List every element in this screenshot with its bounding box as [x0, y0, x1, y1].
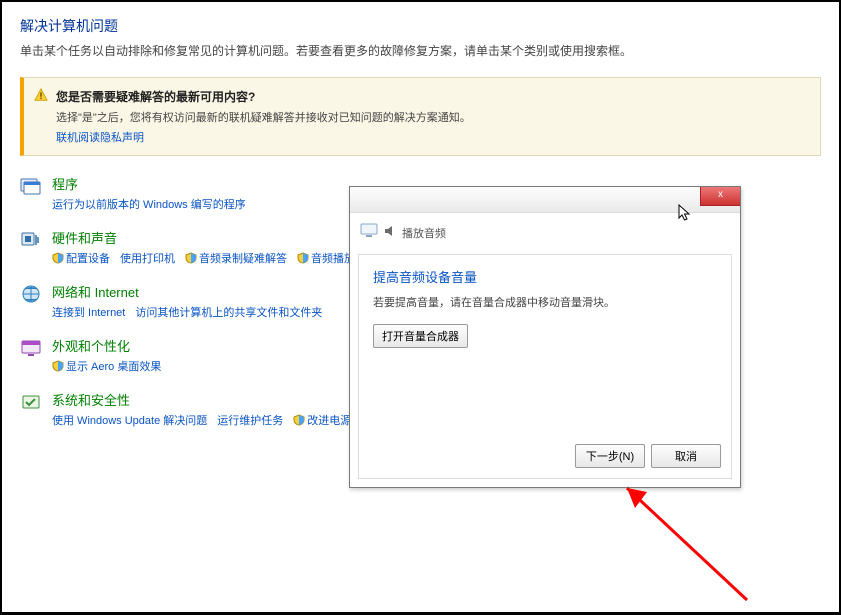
- dialog-heading: 提高音频设备音量: [373, 267, 717, 286]
- hardware-icon: [20, 230, 42, 250]
- category-title: 硬件和声音: [52, 228, 399, 247]
- dialog-titlebar[interactable]: x: [350, 187, 740, 213]
- dialog-body: 提高音频设备音量 若要提高音量，请在音量合成器中移动音量滑块。 打开音量合成器 …: [358, 254, 732, 479]
- open-mixer-button[interactable]: 打开音量合成器: [373, 324, 468, 348]
- security-icon: [20, 392, 42, 412]
- shield-icon: [185, 252, 197, 264]
- link-windows-update[interactable]: 使用 Windows Update 解决问题: [52, 412, 207, 428]
- link-use-printer[interactable]: 使用打印机: [120, 250, 175, 266]
- link-audio-record-troubleshoot[interactable]: 音频录制疑难解答: [185, 250, 287, 266]
- network-icon: [20, 284, 42, 304]
- page-title: 解决计算机问题: [20, 16, 821, 36]
- category-title: 外观和个性化: [52, 336, 161, 355]
- close-button[interactable]: x: [700, 187, 740, 206]
- link-run-legacy-program[interactable]: 运行为以前版本的 Windows 编写的程序: [52, 196, 246, 212]
- dialog-text: 若要提高音量，请在音量合成器中移动音量滑块。: [373, 294, 717, 310]
- speaker-icon: [384, 225, 396, 240]
- dialog-breadcrumb: 播放音频: [360, 223, 732, 242]
- page-description: 单击某个任务以自动排除和修复常见的计算机问题。若要查看更多的故障修复方案，请单击…: [20, 42, 821, 59]
- programs-icon: [20, 176, 42, 196]
- shield-icon: [52, 252, 64, 264]
- cancel-button[interactable]: 取消: [651, 444, 721, 468]
- shield-icon: [52, 360, 64, 372]
- link-shared-files[interactable]: 访问其他计算机上的共享文件和文件夹: [135, 304, 322, 320]
- banner-description: 选择"是"之后，您将有权访问最新的联机疑难解答并接收对已知问题的解决方案通知。: [56, 109, 810, 125]
- warning-icon: [34, 88, 48, 105]
- monitor-icon: [360, 223, 378, 242]
- link-connect-internet[interactable]: 连接到 Internet: [52, 304, 125, 320]
- shield-icon: [293, 414, 305, 426]
- category-title: 网络和 Internet: [52, 282, 322, 301]
- audio-troubleshoot-dialog: x 播放音频 提高音频设备音量 若要提高音量，请在音量合成器中移动音量滑块。 打…: [349, 186, 741, 488]
- link-configure-device[interactable]: 配置设备: [52, 250, 110, 266]
- next-button[interactable]: 下一步(N): [575, 444, 645, 468]
- update-banner: 您是否需要疑难解答的最新可用内容? 选择"是"之后，您将有权访问最新的联机疑难解…: [20, 77, 821, 156]
- link-maintenance[interactable]: 运行维护任务: [217, 412, 283, 428]
- shield-icon: [297, 252, 309, 264]
- category-title: 程序: [52, 174, 246, 193]
- appearance-icon: [20, 338, 42, 358]
- troubleshoot-page: 解决计算机问题 单击某个任务以自动排除和修复常见的计算机问题。若要查看更多的故障…: [2, 2, 839, 612]
- banner-privacy-link[interactable]: 联机阅读隐私声明: [56, 132, 144, 144]
- banner-title: 您是否需要疑难解答的最新可用内容?: [56, 88, 255, 105]
- breadcrumb-text: 播放音频: [402, 225, 446, 241]
- link-aero[interactable]: 显示 Aero 桌面效果: [52, 358, 161, 374]
- annotation-arrow-icon: [597, 470, 757, 610]
